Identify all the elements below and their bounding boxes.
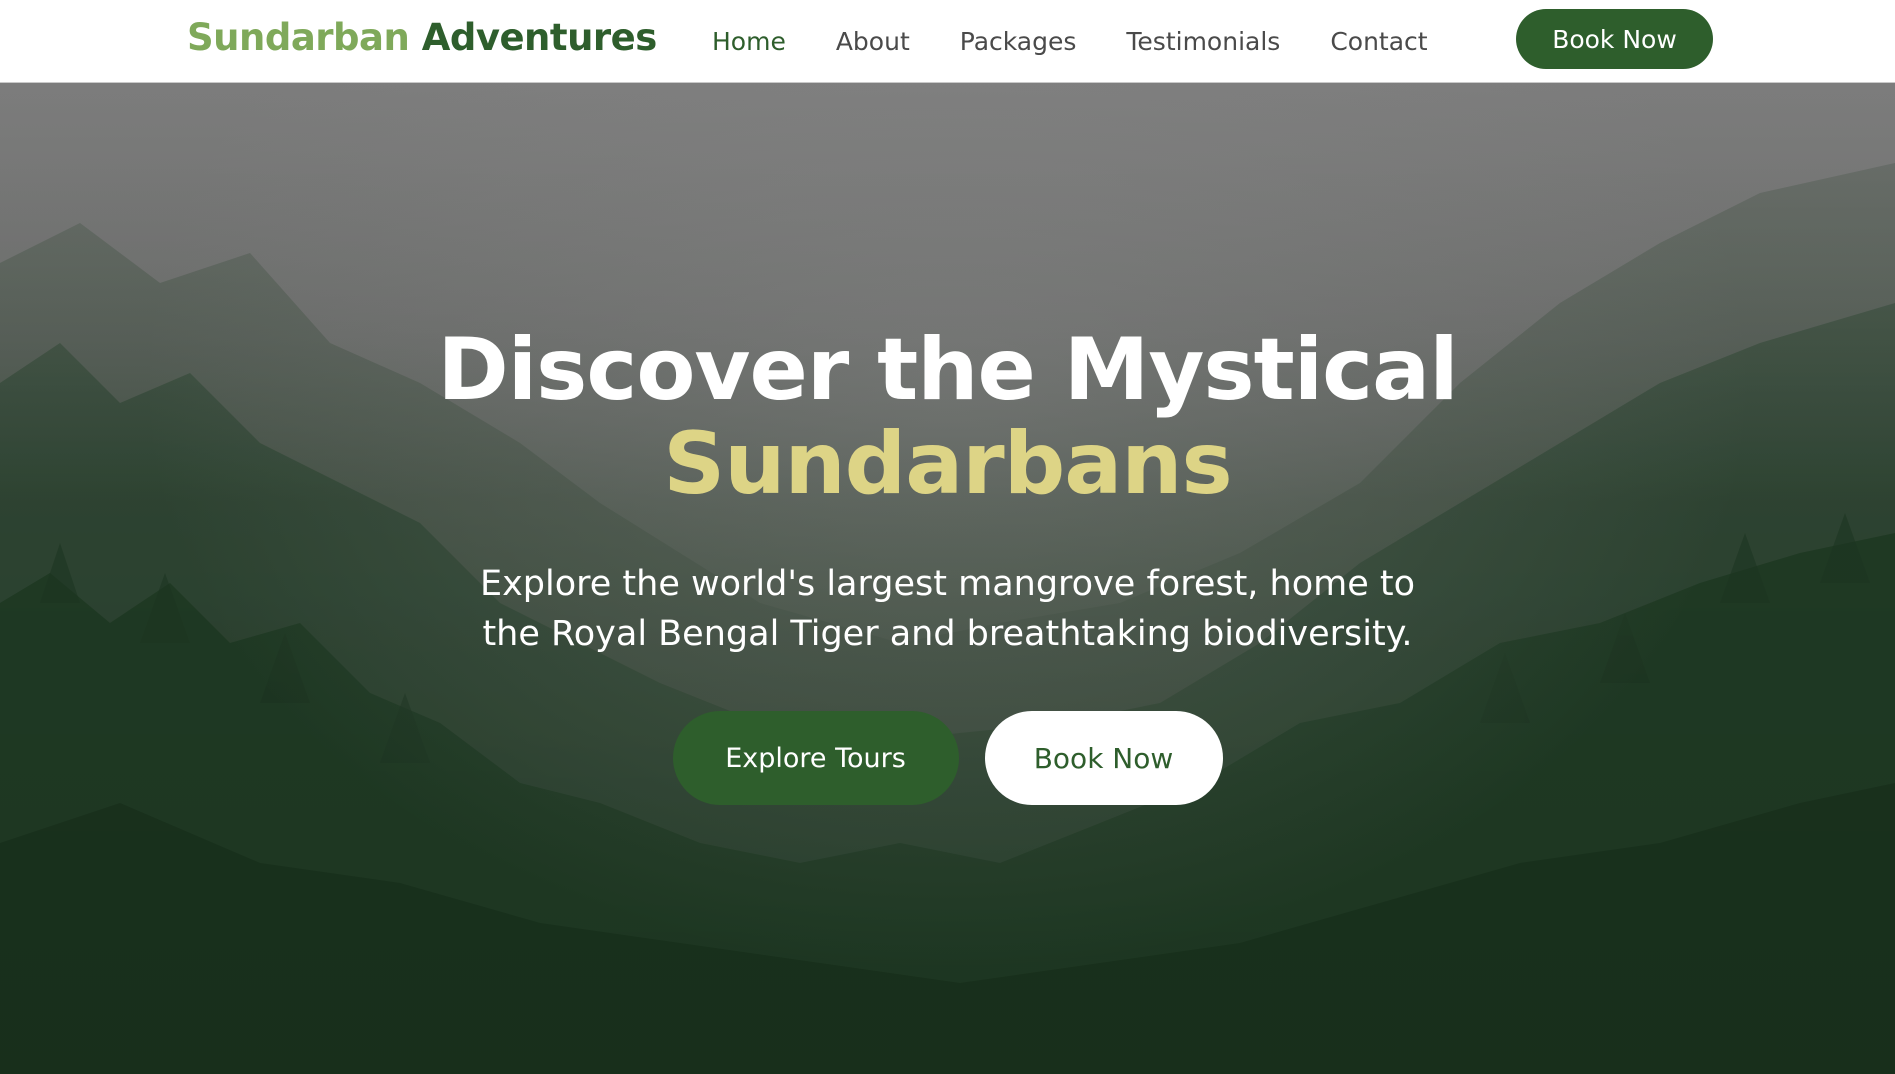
page: Sundarban Adventures Home About Packages… [0,0,1895,1074]
nav-link-contact[interactable]: Contact [1330,27,1427,56]
hero-buttons: Explore Tours Book Now [0,711,1895,805]
nav-book-now-button[interactable]: Book Now [1516,9,1713,69]
hero-title: Discover the Mystical Sundarbans [0,323,1895,511]
navbar: Sundarban Adventures Home About Packages… [0,0,1895,83]
nav-link-home[interactable]: Home [712,27,786,56]
brand-logo[interactable]: Sundarban Adventures [187,16,657,59]
hero-section: Discover the Mystical Sundarbans Explore… [0,83,1895,1074]
hero-book-now-button[interactable]: Book Now [984,711,1223,805]
brand-name-second: Adventures [421,16,658,59]
brand-name-first: Sundarban [187,16,410,59]
hero-content: Discover the Mystical Sundarbans Explore… [0,323,1895,805]
explore-tours-button[interactable]: Explore Tours [672,711,959,805]
hero-title-highlight: Sundarbans [663,414,1232,514]
hero-subtitle: Explore the world's largest mangrove for… [479,564,1416,654]
nav-links: Home About Packages Testimonials Contact [712,0,1478,83]
nav-link-testimonials[interactable]: Testimonials [1126,27,1280,56]
hero-title-line1: Discover the Mystical [437,320,1458,420]
nav-link-packages[interactable]: Packages [960,27,1077,56]
nav-link-about[interactable]: About [836,27,910,56]
